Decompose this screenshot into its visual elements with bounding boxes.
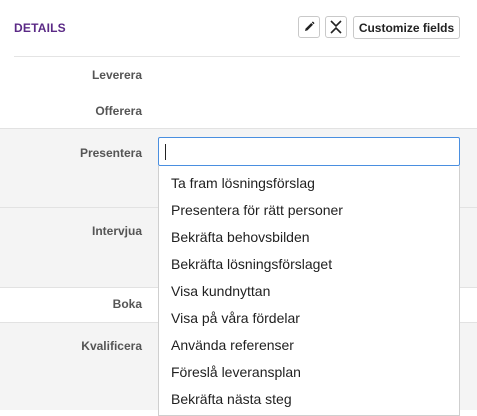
section-title: DETAILS — [14, 21, 66, 35]
dropdown-option[interactable]: Visa kundnyttan — [159, 278, 459, 305]
field-label-presentera: Presentera — [79, 146, 142, 160]
collapse-button[interactable] — [325, 16, 347, 38]
text-caret — [165, 144, 166, 160]
edit-button[interactable] — [298, 16, 320, 38]
customize-fields-button[interactable]: Customize fields — [353, 16, 460, 39]
details-header: DETAILS Customize fields — [0, 0, 477, 56]
pencil-icon — [305, 21, 315, 31]
field-label-leverera: Leverera — [91, 68, 142, 82]
presentera-search-input[interactable] — [158, 137, 460, 166]
dropdown-option[interactable]: Bekräfta behovsbilden — [159, 224, 459, 251]
dropdown-option[interactable]: Ta fram lösningsförslag — [159, 170, 459, 197]
field-row-leverera: Leverera Offerera — [0, 57, 477, 128]
dropdown-option[interactable]: Presentera för rätt personer — [159, 197, 459, 224]
field-label-kvalificera: Kvalificera — [81, 339, 142, 353]
options-dropdown[interactable]: Ta fram lösningsförslag Presentera för r… — [158, 166, 460, 416]
collapse-icon — [330, 20, 342, 34]
field-label-boka: Boka — [112, 297, 142, 311]
dropdown-option[interactable]: Bekräfta nästa steg — [159, 386, 459, 413]
dropdown-option[interactable]: Bekräfta lösningsförslaget — [159, 251, 459, 278]
field-label-intervjua: Intervjua — [91, 224, 142, 238]
dropdown-option[interactable]: Föreslå leveransplan — [159, 359, 459, 386]
dropdown-option[interactable]: Använda referenser — [159, 332, 459, 359]
dropdown-option[interactable]: Visa på våra fördelar — [159, 305, 459, 332]
field-label-offerera: Offerera — [95, 104, 142, 118]
